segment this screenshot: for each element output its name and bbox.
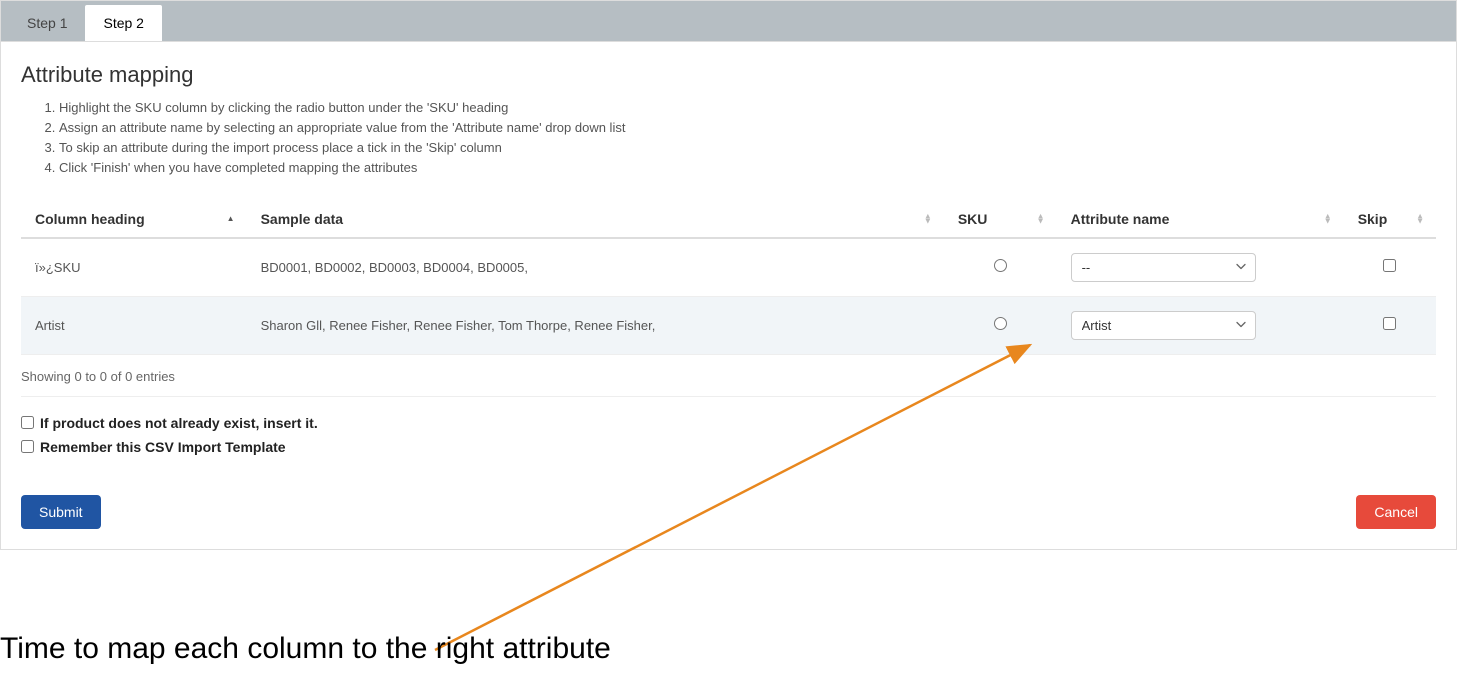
mapping-table: Column heading ▲ Sample data ▲▼ SKU [21, 201, 1436, 355]
tab-step-2[interactable]: Step 2 [85, 5, 161, 41]
table-row: ArtistSharon Gll, Renee Fisher, Renee Fi… [21, 296, 1436, 354]
cell-column-heading: Artist [21, 296, 247, 354]
options-section: If product does not already exist, inser… [21, 396, 1436, 455]
column-header-sample-data[interactable]: Sample data ▲▼ [247, 201, 944, 238]
content-panel: Attribute mapping Highlight the SKU colu… [0, 42, 1457, 550]
checkbox-insert-if-missing[interactable] [21, 416, 34, 429]
option-label: If product does not already exist, inser… [40, 415, 318, 431]
column-header-label: Column heading [35, 211, 145, 227]
sku-radio[interactable] [994, 259, 1007, 272]
sort-icon: ▲ [227, 217, 235, 221]
sort-icon: ▲▼ [1416, 214, 1424, 223]
option-label: Remember this CSV Import Template [40, 439, 286, 455]
column-header-label: Attribute name [1071, 211, 1170, 227]
instruction-item: Assign an attribute name by selecting an… [59, 118, 1436, 138]
column-header-skip[interactable]: Skip ▲▼ [1344, 201, 1436, 238]
buttons-row: Submit Cancel [21, 495, 1436, 529]
option-remember-template[interactable]: Remember this CSV Import Template [21, 439, 1436, 455]
cell-attribute-name: --Artist [1057, 296, 1344, 354]
table-row: ï»¿SKUBD0001, BD0002, BD0003, BD0004, BD… [21, 238, 1436, 297]
cell-sample-data: BD0001, BD0002, BD0003, BD0004, BD0005, [247, 238, 944, 297]
cell-attribute-name: --Artist [1057, 238, 1344, 297]
sort-icon: ▲▼ [1037, 214, 1045, 223]
sort-icon: ▲▼ [924, 214, 932, 223]
attribute-name-select[interactable]: --Artist [1071, 311, 1256, 340]
table-info: Showing 0 to 0 of 0 entries [21, 369, 1436, 384]
cell-column-heading: ï»¿SKU [21, 238, 247, 297]
page-title: Attribute mapping [21, 62, 1436, 88]
attribute-name-select[interactable]: --Artist [1071, 253, 1256, 282]
tab-step-1[interactable]: Step 1 [9, 5, 85, 41]
instruction-item: Click 'Finish' when you have completed m… [59, 158, 1436, 178]
cancel-button[interactable]: Cancel [1356, 495, 1436, 529]
sort-icon: ▲▼ [1324, 214, 1332, 223]
cell-sample-data: Sharon Gll, Renee Fisher, Renee Fisher, … [247, 296, 944, 354]
cell-sku [944, 296, 1057, 354]
cell-skip [1344, 238, 1436, 297]
skip-checkbox[interactable] [1383, 317, 1396, 330]
submit-button[interactable]: Submit [21, 495, 101, 529]
cell-skip [1344, 296, 1436, 354]
checkbox-remember-template[interactable] [21, 440, 34, 453]
column-header-label: Skip [1358, 211, 1388, 227]
annotation-text: Time to map each column to the right att… [0, 632, 611, 666]
column-header-column-heading[interactable]: Column heading ▲ [21, 201, 247, 238]
tabs-bar: Step 1 Step 2 [0, 0, 1457, 42]
annotation-layer: Time to map each column to the right att… [0, 580, 1457, 700]
column-header-sku[interactable]: SKU ▲▼ [944, 201, 1057, 238]
instruction-item: To skip an attribute during the import p… [59, 138, 1436, 158]
skip-checkbox[interactable] [1383, 259, 1396, 272]
sku-radio[interactable] [994, 317, 1007, 330]
cell-sku [944, 238, 1057, 297]
option-insert-if-missing[interactable]: If product does not already exist, inser… [21, 415, 1436, 431]
column-header-attribute-name[interactable]: Attribute name ▲▼ [1057, 201, 1344, 238]
instruction-item: Highlight the SKU column by clicking the… [59, 98, 1436, 118]
instructions-list: Highlight the SKU column by clicking the… [59, 98, 1436, 179]
column-header-label: SKU [958, 211, 988, 227]
column-header-label: Sample data [261, 211, 343, 227]
